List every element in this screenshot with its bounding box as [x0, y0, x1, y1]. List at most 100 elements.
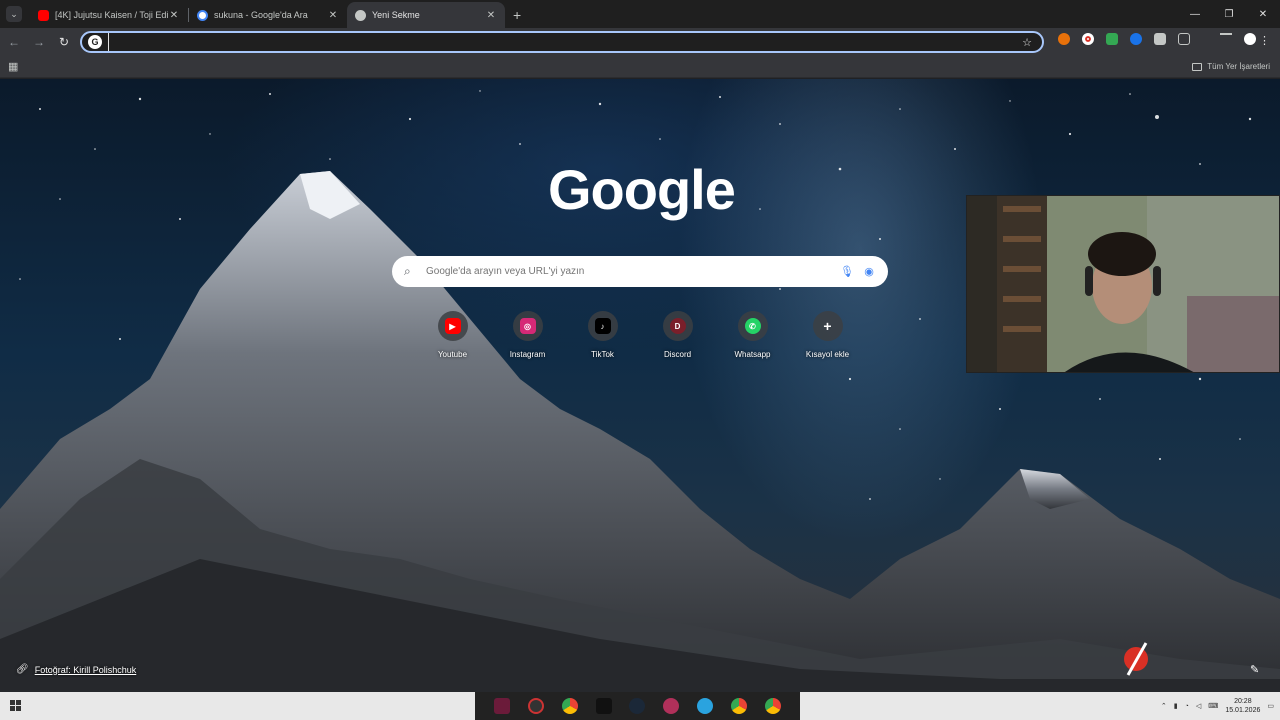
- chrome-icon[interactable]: [561, 698, 578, 714]
- tiktok-icon: ♪: [594, 318, 611, 334]
- chevron-down-icon: ⌄: [10, 8, 18, 19]
- reload-icon[interactable]: ↻: [53, 31, 75, 53]
- back-arrow-icon[interactable]: ←: [3, 31, 25, 53]
- taskbar-apps: [475, 692, 800, 720]
- address-bar-input[interactable]: [108, 33, 1018, 51]
- shortcut-label: Whatsapp: [734, 350, 771, 359]
- chrome-icon[interactable]: [731, 698, 748, 714]
- puzzle-icon[interactable]: [1178, 33, 1190, 45]
- google-g-icon: G: [88, 35, 102, 49]
- notification-icon[interactable]: ▭: [1267, 702, 1274, 710]
- google-lens-icon[interactable]: ◉: [858, 265, 880, 278]
- all-bookmarks-label: Tüm Yer İşaretleri: [1207, 62, 1270, 71]
- windows-taskbar: ⌃ ▮ ◔ ◁ ⌨ 20:28 15.01.2026 ▭: [0, 692, 1280, 720]
- extensions-row: [1052, 33, 1262, 45]
- battery-icon[interactable]: ▮: [1174, 702, 1178, 710]
- app-icon[interactable]: [493, 698, 510, 714]
- system-tray: ⌃ ▮ ◔ ◁ ⌨ 20:28 15.01.2026 ▭: [1161, 692, 1280, 720]
- webcam-overlay: [966, 195, 1280, 373]
- shortcut-tile[interactable]: ✆: [737, 311, 768, 341]
- bookmark-bar: ▦ Tüm Yer İşaretleri: [0, 56, 1280, 78]
- chevron-up-icon[interactable]: ⌃: [1161, 702, 1167, 710]
- windows-start-icon[interactable]: [0, 692, 32, 720]
- google-favicon-icon: [197, 9, 208, 21]
- close-tab-icon[interactable]: ✕: [485, 10, 497, 21]
- shortcut-instagram[interactable]: ◎ Instagram: [490, 311, 565, 359]
- search-icon: ⌕: [404, 264, 411, 278]
- shortcuts-row: ▶ Youtube ◎ Instagram ♪ TikTok D Discord…: [415, 311, 865, 359]
- whatsapp-icon: ✆: [744, 318, 761, 334]
- google-logo: Google: [548, 158, 736, 221]
- new-tab-page: Google ⌕ 🎙︎ ◉ ▶ Youtube ◎ Instagram ♪ Ti…: [0, 79, 1280, 692]
- close-window-icon[interactable]: ✕: [1246, 0, 1280, 28]
- new-tab-plus-icon[interactable]: +: [513, 7, 521, 23]
- link-icon: 🔗︎: [16, 664, 29, 675]
- minimize-icon[interactable]: —: [1178, 0, 1212, 28]
- window-controls: — ❐ ✕: [1178, 0, 1280, 28]
- shortcut-tiktok[interactable]: ♪ TikTok: [565, 311, 640, 359]
- close-tab-icon[interactable]: ✕: [168, 10, 180, 21]
- restore-icon[interactable]: ❐: [1212, 0, 1246, 28]
- customize-pencil-icon[interactable]: ✎: [1250, 663, 1266, 679]
- instagram-icon: ◎: [519, 318, 536, 334]
- epic-games-icon[interactable]: [595, 698, 612, 714]
- app-icon[interactable]: [527, 698, 544, 714]
- all-bookmarks-button[interactable]: Tüm Yer İşaretleri: [1192, 62, 1270, 71]
- close-tab-icon[interactable]: ✕: [327, 10, 339, 21]
- shortcut-youtube[interactable]: ▶ Youtube: [415, 311, 490, 359]
- telegram-icon[interactable]: [697, 698, 714, 714]
- forward-arrow-icon[interactable]: →: [28, 31, 50, 53]
- photo-credit-link[interactable]: 🔗︎ Fotoğraf: Kirill Polishchuk: [16, 664, 136, 675]
- discord-icon: D: [669, 318, 686, 334]
- tab-new-tab[interactable]: Yeni Sekme ✕: [347, 2, 505, 28]
- tab-youtube[interactable]: [4K] Jujutsu Kaisen / Toji Edit - \ ✕: [30, 2, 188, 28]
- menu-dots-icon[interactable]: ⋮: [1259, 34, 1270, 47]
- shortcut-tile[interactable]: ♪: [587, 311, 618, 341]
- apps-grid-icon[interactable]: ▦: [8, 60, 18, 73]
- feather-logo-icon: [1124, 642, 1148, 676]
- tab-strip: ⌄ [4K] Jujutsu Kaisen / Toji Edit - \ ✕ …: [0, 0, 1280, 28]
- extension-icon[interactable]: [1058, 33, 1070, 45]
- shield-icon[interactable]: [1106, 33, 1118, 45]
- shortcut-tile[interactable]: ▶: [437, 311, 468, 341]
- tab-title: [4K] Jujutsu Kaisen / Toji Edit - \: [55, 10, 168, 20]
- extension-icon[interactable]: [1130, 33, 1142, 45]
- shortcut-tile[interactable]: D: [662, 311, 693, 341]
- shortcut-tile[interactable]: +: [812, 311, 843, 341]
- tab-title: sukuna - Google'da Ara: [214, 10, 308, 20]
- media-controls-icon[interactable]: [1220, 33, 1232, 45]
- plus-icon: +: [823, 318, 832, 334]
- shield-icon[interactable]: [1154, 33, 1166, 45]
- chrome-favicon-icon: [355, 9, 366, 21]
- clock-time: 20:28: [1234, 698, 1252, 705]
- language-icon[interactable]: ⌨: [1208, 702, 1218, 710]
- chrome-icon[interactable]: [764, 698, 781, 714]
- shortcut-tile[interactable]: ◎: [512, 311, 543, 341]
- photo-credit-text: Fotoğraf: Kirill Polishchuk: [34, 664, 137, 675]
- folder-icon: [1192, 62, 1203, 71]
- tab-google-search[interactable]: sukuna - Google'da Ara ✕: [189, 2, 347, 28]
- clock-date: 15.01.2026: [1225, 707, 1261, 714]
- extension-icon[interactable]: [1082, 33, 1094, 45]
- shortcut-add[interactable]: + Kısayol ekle: [790, 311, 865, 359]
- taskbar-clock[interactable]: 20:28 15.01.2026: [1225, 697, 1260, 715]
- webcam-feed-image: [967, 196, 1279, 372]
- shortcut-discord[interactable]: D Discord: [640, 311, 715, 359]
- steam-icon[interactable]: [629, 698, 646, 714]
- tab-title: Yeni Sekme: [372, 10, 420, 20]
- network-icon[interactable]: ◔: [1185, 703, 1189, 710]
- shortcut-label: Youtube: [437, 350, 468, 359]
- newtab-search-box[interactable]: ⌕ 🎙︎ ◉: [392, 256, 888, 287]
- youtube-favicon-icon: [38, 9, 49, 21]
- app-icon[interactable]: [663, 698, 680, 714]
- shortcut-label: Instagram: [509, 350, 546, 359]
- newtab-search-input[interactable]: [426, 266, 836, 277]
- profile-avatar[interactable]: [1244, 33, 1256, 45]
- omnibox[interactable]: G ☆: [80, 31, 1044, 53]
- youtube-icon: ▶: [444, 318, 461, 334]
- tab-search-button[interactable]: ⌄: [6, 6, 22, 22]
- bookmark-star-icon[interactable]: ☆: [1018, 36, 1036, 49]
- microphone-icon[interactable]: 🎙︎: [836, 265, 858, 278]
- shortcut-whatsapp[interactable]: ✆ Whatsapp: [715, 311, 790, 359]
- volume-icon[interactable]: ◁: [1196, 702, 1201, 710]
